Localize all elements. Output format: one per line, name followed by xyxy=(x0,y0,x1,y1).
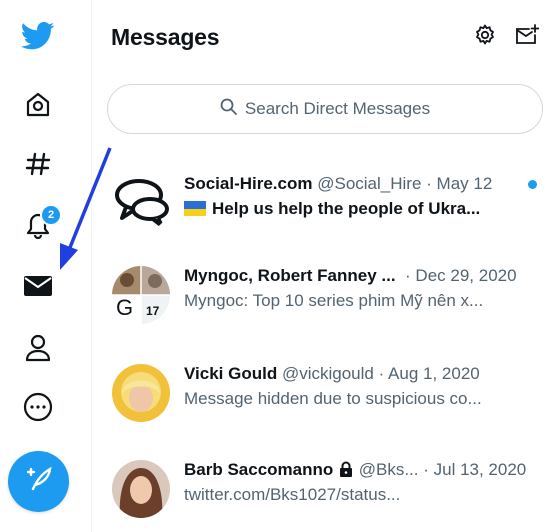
message-date: · Jul 13, 2020 xyxy=(423,460,527,479)
envelope-icon[interactable] xyxy=(20,268,56,304)
message-date: · Aug 1, 2020 xyxy=(378,364,480,383)
search-icon xyxy=(220,98,237,120)
sender-name: Vicki Gould xyxy=(184,364,278,383)
message-preview: Message hidden due to suspicious co... xyxy=(184,389,482,408)
avatar xyxy=(112,460,170,518)
message-date: · May 12 xyxy=(426,174,493,193)
conversation-item[interactable]: Social-Hire.com @Social_Hire · May 12 He… xyxy=(108,174,551,244)
lock-icon xyxy=(338,460,354,479)
message-preview-row: Help us help the people of Ukra... xyxy=(184,199,480,219)
conversation-header: Myngoc, Robert Fanney ... · Dec 29, 2020 xyxy=(184,266,517,286)
envelope-plus-icon xyxy=(515,23,540,51)
home-icon[interactable] xyxy=(20,86,56,122)
conversation-header: Barb Saccomanno @Bks... · Jul 13, 2020 xyxy=(184,460,526,480)
settings-button[interactable] xyxy=(472,24,498,50)
group-letter: G xyxy=(116,295,134,320)
hashtag-icon[interactable] xyxy=(20,146,56,182)
search-input[interactable]: Search Direct Messages xyxy=(107,84,543,134)
compose-icon xyxy=(23,463,55,500)
group-member-count: 17 xyxy=(146,304,160,318)
sender-name: Barb Saccomanno xyxy=(184,460,334,479)
notifications-badge: 2 xyxy=(40,204,62,226)
group-avatar: G 17 xyxy=(112,266,170,324)
person-icon[interactable] xyxy=(20,330,56,366)
sender-name: Social-Hire.com xyxy=(184,174,313,193)
conversation-header: Vicki Gould @vickigould · Aug 1, 2020 xyxy=(184,364,480,384)
compose-tweet-button[interactable] xyxy=(8,451,69,512)
more-icon[interactable] xyxy=(20,389,56,425)
conversation-item[interactable]: G 17 Myngoc, Robert Fanney ... · Dec 29,… xyxy=(108,266,551,336)
avatar xyxy=(112,364,170,422)
sender-handle: @vickigould xyxy=(281,364,374,383)
gear-icon xyxy=(474,24,496,51)
ukraine-flag-icon xyxy=(184,201,206,216)
new-message-button[interactable] xyxy=(514,23,540,51)
twitter-bird-icon[interactable] xyxy=(20,18,56,54)
sender-name: Myngoc, Robert Fanney ... xyxy=(184,266,396,285)
page-title: Messages xyxy=(111,24,220,50)
sender-handle: @Bks... xyxy=(358,460,419,479)
message-preview: twitter.com/Bks1027/status... xyxy=(184,485,401,504)
conversation-header: Social-Hire.com @Social_Hire · May 12 xyxy=(184,174,492,194)
conversation-item[interactable]: Vicki Gould @vickigould · Aug 1, 2020 Me… xyxy=(108,364,551,434)
message-preview: Help us help the people of Ukra... xyxy=(212,199,481,218)
nav-rail: 2 xyxy=(0,0,92,532)
conversation-item[interactable]: Barb Saccomanno @Bks... · Jul 13, 2020 t… xyxy=(108,460,551,530)
unread-indicator xyxy=(528,180,537,189)
search-placeholder: Search Direct Messages xyxy=(244,99,431,118)
message-preview: Myngoc: Top 10 series phim Mỹ nên x... xyxy=(184,291,484,310)
avatar xyxy=(112,174,170,232)
sender-handle: @Social_Hire xyxy=(317,174,422,193)
message-date: · Dec 29, 2020 xyxy=(405,266,517,285)
